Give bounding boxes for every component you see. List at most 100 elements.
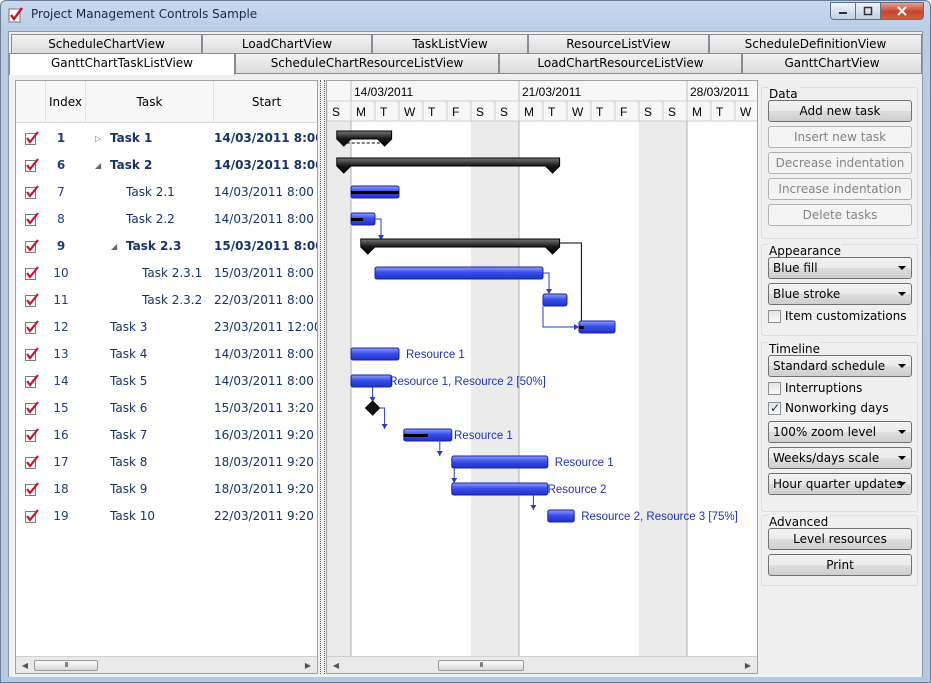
table-row[interactable]: 12 Task 323/03/2011 12:00 PM xyxy=(16,314,317,341)
task-completed-icon[interactable] xyxy=(25,239,39,253)
cell-start[interactable]: 18/03/2011 9:20 AM xyxy=(214,449,317,476)
cell-start[interactable]: 14/03/2011 8:00 AM xyxy=(214,206,317,233)
expand-icon[interactable]: ▷ xyxy=(95,125,101,152)
cell-start[interactable]: 15/03/2011 3:20 PM xyxy=(214,395,317,422)
collapse-icon[interactable]: ◢ xyxy=(95,152,101,179)
cell-index[interactable]: 12 xyxy=(46,314,76,341)
tab-loadchartview[interactable]: LoadChartView xyxy=(202,34,372,54)
cell-start[interactable]: 14/03/2011 8:00 AM xyxy=(214,125,317,152)
tab-loadchartresourcelistview[interactable]: LoadChartResourceListView xyxy=(499,53,742,73)
table-row[interactable]: 10 Task 2.3.115/03/2011 8:00 AM xyxy=(16,260,317,287)
cell-task-name[interactable]: Task 5 xyxy=(110,368,214,395)
table-row[interactable]: 16 Task 716/03/2011 9:20 AM xyxy=(16,422,317,449)
cell-index[interactable]: 16 xyxy=(46,422,76,449)
cell-index[interactable]: 18 xyxy=(46,476,76,503)
task-completed-icon[interactable] xyxy=(25,158,39,172)
cell-index[interactable]: 7 xyxy=(46,179,76,206)
task-completed-icon[interactable] xyxy=(25,347,39,361)
cell-start[interactable]: 23/03/2011 12:00 PM xyxy=(214,314,317,341)
task-completed-icon[interactable] xyxy=(25,320,39,334)
scroll-right-icon[interactable]: ▶ xyxy=(301,659,315,672)
title-bar[interactable]: Project Management Controls Sample xyxy=(1,1,930,29)
cell-task-name[interactable]: Task 2.2 xyxy=(126,206,214,233)
task-completed-icon[interactable] xyxy=(25,266,39,280)
task-completed-icon[interactable] xyxy=(25,131,39,145)
cell-index[interactable]: 11 xyxy=(46,287,76,314)
cell-index[interactable]: 14 xyxy=(46,368,76,395)
task-completed-icon[interactable] xyxy=(25,428,39,442)
cell-index[interactable]: 17 xyxy=(46,449,76,476)
task-completed-icon[interactable] xyxy=(25,455,39,469)
cell-start[interactable]: 16/03/2011 9:20 AM xyxy=(214,422,317,449)
cell-index[interactable]: 8 xyxy=(46,206,76,233)
tab-ganttcharttasklistview[interactable]: GanttChartTaskListView xyxy=(9,53,235,75)
tab-ganttchartview[interactable]: GanttChartView xyxy=(742,53,922,73)
cell-start[interactable]: 18/03/2011 9:20 AM xyxy=(214,476,317,503)
grid-scroll-thumb[interactable]: III xyxy=(34,660,98,671)
tab-resourcelistview[interactable]: ResourceListView xyxy=(528,34,709,54)
checkbox-box[interactable] xyxy=(768,310,781,323)
stroke-select[interactable]: Blue stroke xyxy=(768,283,912,305)
fill-select[interactable]: Blue fill xyxy=(768,257,912,279)
scroll-left-icon[interactable]: ◀ xyxy=(18,659,32,672)
chart-scroll-left-icon[interactable]: ◀ xyxy=(329,659,343,672)
minimize-button[interactable] xyxy=(830,2,856,20)
insert-task-button[interactable]: Insert new task xyxy=(768,126,912,148)
cell-task-name[interactable]: Task 3 xyxy=(110,314,214,341)
cell-task-name[interactable]: Task 1 xyxy=(110,125,214,152)
task-completed-icon[interactable] xyxy=(25,482,39,496)
task-completed-icon[interactable] xyxy=(25,509,39,523)
tab-scheduledefinitionview[interactable]: ScheduleDefinitionView xyxy=(709,34,922,54)
schedule-select[interactable]: Standard schedule xyxy=(768,355,912,377)
close-button[interactable] xyxy=(881,2,924,20)
level-resources-button[interactable]: Level resources xyxy=(768,528,912,550)
cell-start[interactable]: 14/03/2011 8:00 AM xyxy=(214,368,317,395)
cell-index[interactable]: 6 xyxy=(46,152,76,179)
table-row[interactable]: 9 ◢ Task 2.315/03/2011 8:00 AM xyxy=(16,233,317,260)
cell-task-name[interactable]: Task 2.3 xyxy=(126,233,214,260)
cell-task-name[interactable]: Task 8 xyxy=(110,449,214,476)
cell-index[interactable]: 19 xyxy=(46,503,76,530)
scale-select[interactable]: Weeks/days scale xyxy=(768,447,912,469)
table-row[interactable]: 15 Task 615/03/2011 3:20 PM xyxy=(16,395,317,422)
table-row[interactable]: 6 ◢ Task 214/03/2011 8:00 AM xyxy=(16,152,317,179)
header-task[interactable]: Task xyxy=(86,81,214,123)
cell-index[interactable]: 15 xyxy=(46,395,76,422)
grid-chart-splitter[interactable] xyxy=(320,80,325,674)
cell-start[interactable]: 22/03/2011 9:20 AM xyxy=(214,503,317,530)
zoom-select[interactable]: 100% zoom level xyxy=(768,421,912,443)
task-completed-icon[interactable] xyxy=(25,374,39,388)
task-completed-icon[interactable] xyxy=(25,212,39,226)
chart-scroll-thumb[interactable]: III xyxy=(438,660,524,671)
gantt-chart[interactable]: 14/03/2011 21/03/2011 28/03/2011 S M T W T F S S M T… xyxy=(326,80,758,674)
tab-schedulechartview[interactable]: ScheduleChartView xyxy=(11,34,202,54)
cell-task-name[interactable]: Task 9 xyxy=(110,476,214,503)
cell-start[interactable]: 15/03/2011 8:00 AM xyxy=(214,233,317,260)
chart-scroll-right-icon[interactable]: ▶ xyxy=(741,659,755,672)
table-row[interactable]: 13 Task 414/03/2011 8:00 AM xyxy=(16,341,317,368)
table-row[interactable]: 14 Task 514/03/2011 8:00 AM xyxy=(16,368,317,395)
table-row[interactable]: 7 Task 2.114/03/2011 8:00 AM xyxy=(16,179,317,206)
cell-start[interactable]: 14/03/2011 8:00 AM xyxy=(214,179,317,206)
cell-task-name[interactable]: Task 6 xyxy=(110,395,214,422)
cell-task-name[interactable]: Task 2.1 xyxy=(126,179,214,206)
cell-start[interactable]: 22/03/2011 8:00 AM xyxy=(214,287,317,314)
task-grid[interactable]: Index Task Start 1▷Task 114/03/2011 8:00… xyxy=(15,80,318,674)
checkbox-box[interactable] xyxy=(768,382,781,395)
increase-indentation-button[interactable]: Increase indentation xyxy=(768,178,912,200)
delete-tasks-button[interactable]: Delete tasks xyxy=(768,204,912,226)
maximize-button[interactable] xyxy=(856,2,881,20)
add-task-button[interactable]: Add new task xyxy=(768,100,912,122)
table-row[interactable]: 19 Task 1022/03/2011 9:20 AM xyxy=(16,503,317,530)
table-row[interactable]: 8 Task 2.214/03/2011 8:00 AM xyxy=(16,206,317,233)
updates-select[interactable]: Hour quarter updates xyxy=(768,473,912,495)
chart-horizontal-scrollbar[interactable]: ◀ III ▶ xyxy=(327,656,757,673)
decrease-indentation-button[interactable]: Decrease indentation xyxy=(768,152,912,174)
cell-start[interactable]: 14/03/2011 8:00 AM xyxy=(214,341,317,368)
cell-index[interactable]: 13 xyxy=(46,341,76,368)
cell-index[interactable]: 10 xyxy=(46,260,76,287)
checkbox-box[interactable]: ✓ xyxy=(768,401,781,415)
table-row[interactable]: 1 ▷ Task 114/03/2011 8:00 AM xyxy=(16,125,317,152)
cell-task-name[interactable]: Task 4 xyxy=(110,341,214,368)
task-completed-icon[interactable] xyxy=(25,185,39,199)
